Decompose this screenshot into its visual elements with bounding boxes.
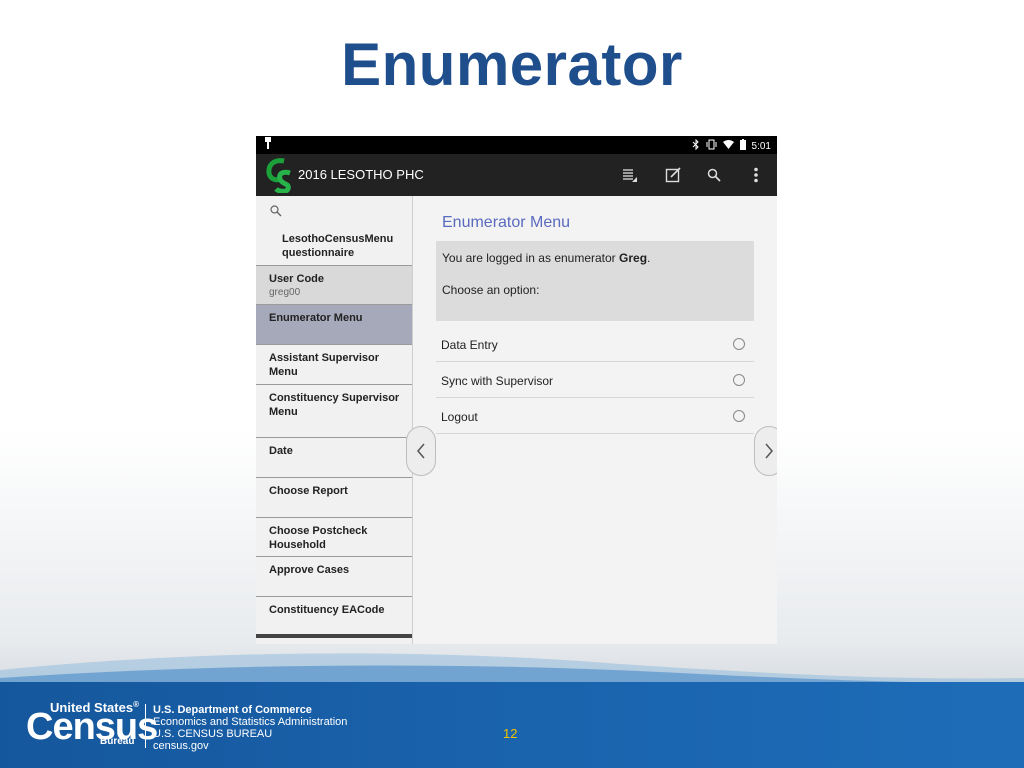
app-title: 2016 LESOTHO PHC [298,167,424,182]
status-time: 5:01 [751,140,771,152]
page-number: 12 [503,726,518,741]
info-box: You are logged in as enumerator Greg. Ch… [436,241,754,321]
user-code-value: greg00 [269,287,301,298]
drawer-item-label-line2: Menu [269,406,298,418]
logo-bureau: Bureau [100,736,135,747]
logged-in-message: You are logged in as enumerator Greg. [442,251,650,265]
option-logout[interactable]: Logout [436,398,754,434]
radio-button[interactable] [733,410,745,422]
option-label: Sync with Supervisor [441,374,554,388]
action-bar: 2016 LESOTHO PHC [256,154,777,196]
radio-button[interactable] [733,374,745,386]
list-icon[interactable] [618,164,640,186]
drawer-bottom-bar [256,634,412,638]
logged-in-prefix: You are logged in as enumerator [442,251,620,265]
footer-agency-text: U.S. Department of Commerce Economics an… [153,704,347,752]
drawer-item-assistant-supervisor-menu[interactable]: Assistant Supervisor Menu [256,345,412,385]
drawer-item-choose-report[interactable]: Choose Report [256,478,412,518]
chevron-left-icon [417,443,425,459]
drawer-item-constituency-supervisor-menu[interactable]: Constituency Supervisor Menu [256,385,412,438]
enumerator-menu-title: Enumerator Menu [442,214,571,231]
logo-census: Census [26,706,158,748]
drawer-item-label: Constituency Supervisor [269,392,400,404]
overflow-menu-icon[interactable] [745,164,767,186]
drawer-item-label: Assistant Supervisor Menu [269,352,380,378]
drawer-item-enumerator-menu[interactable]: Enumerator Menu [256,305,412,345]
wifi-icon [722,139,734,153]
edit-icon[interactable] [662,164,684,186]
search-icon[interactable] [703,164,725,186]
drawer-item-label: Choose Postcheck Household [269,525,368,551]
drawer-item-constituency-eacode[interactable]: Constituency EACode [256,597,412,634]
logged-in-suffix: . [647,251,651,265]
option-data-entry[interactable]: Data Entry [436,326,754,362]
footer-divider [145,704,146,748]
drawer-item-date[interactable]: Date [256,438,412,478]
drawer-heading-line2: questionnaire [282,247,355,259]
footer-line2: Economics and Statistics Administration [153,716,348,728]
previous-arrow-button[interactable] [406,426,436,476]
choose-option-prompt: Choose an option: [442,283,540,297]
navigation-drawer: LesothoCensusMenu questionnaire User Cod… [256,196,413,644]
status-bar: 5:01 [256,136,777,154]
drawer-heading: LesothoCensusMenu questionnaire [282,232,408,260]
drawer-item-label: Choose Report [269,485,348,497]
drawer-item-label: Approve Cases [269,564,350,576]
enumerator-name: Greg [619,251,648,265]
usb-icon [264,137,272,152]
drawer-item-approve-cases[interactable]: Approve Cases [256,557,412,597]
chevron-right-icon [765,443,773,459]
drawer-heading-line1: LesothoCensusMenu [282,233,394,245]
bluetooth-icon [692,138,700,153]
option-label: Logout [441,410,478,424]
footer-line3: U.S. CENSUS BUREAU [153,728,273,740]
drawer-search-icon[interactable] [270,204,282,222]
footer-dept: U.S. Department of Commerce [153,704,312,716]
drawer-item-choose-postcheck-household[interactable]: Choose Postcheck Household [256,518,412,557]
drawer-item-label: Date [269,445,293,457]
battery-icon [739,139,746,153]
radio-button[interactable] [733,338,745,350]
drawer-item-label: Constituency EACode [269,604,385,616]
drawer-item-label: Enumerator Menu [269,312,363,324]
footer-line4: census.gov [153,740,209,752]
vibrate-icon [706,139,717,153]
user-code-label: User Code [269,273,325,285]
device-screenshot: 5:01 2016 LESOTHO PHC LesothoCensusMenu … [256,136,777,644]
option-label: Data Entry [441,338,498,352]
user-code-field: User Code greg00 [256,265,412,305]
census-bureau-logo: United States® Census Bureau [26,700,158,750]
option-sync-with-supervisor[interactable]: Sync with Supervisor [436,362,754,398]
next-arrow-button[interactable] [754,426,777,476]
slide-title: Enumerator [341,31,683,98]
app-logo-icon [266,158,291,193]
